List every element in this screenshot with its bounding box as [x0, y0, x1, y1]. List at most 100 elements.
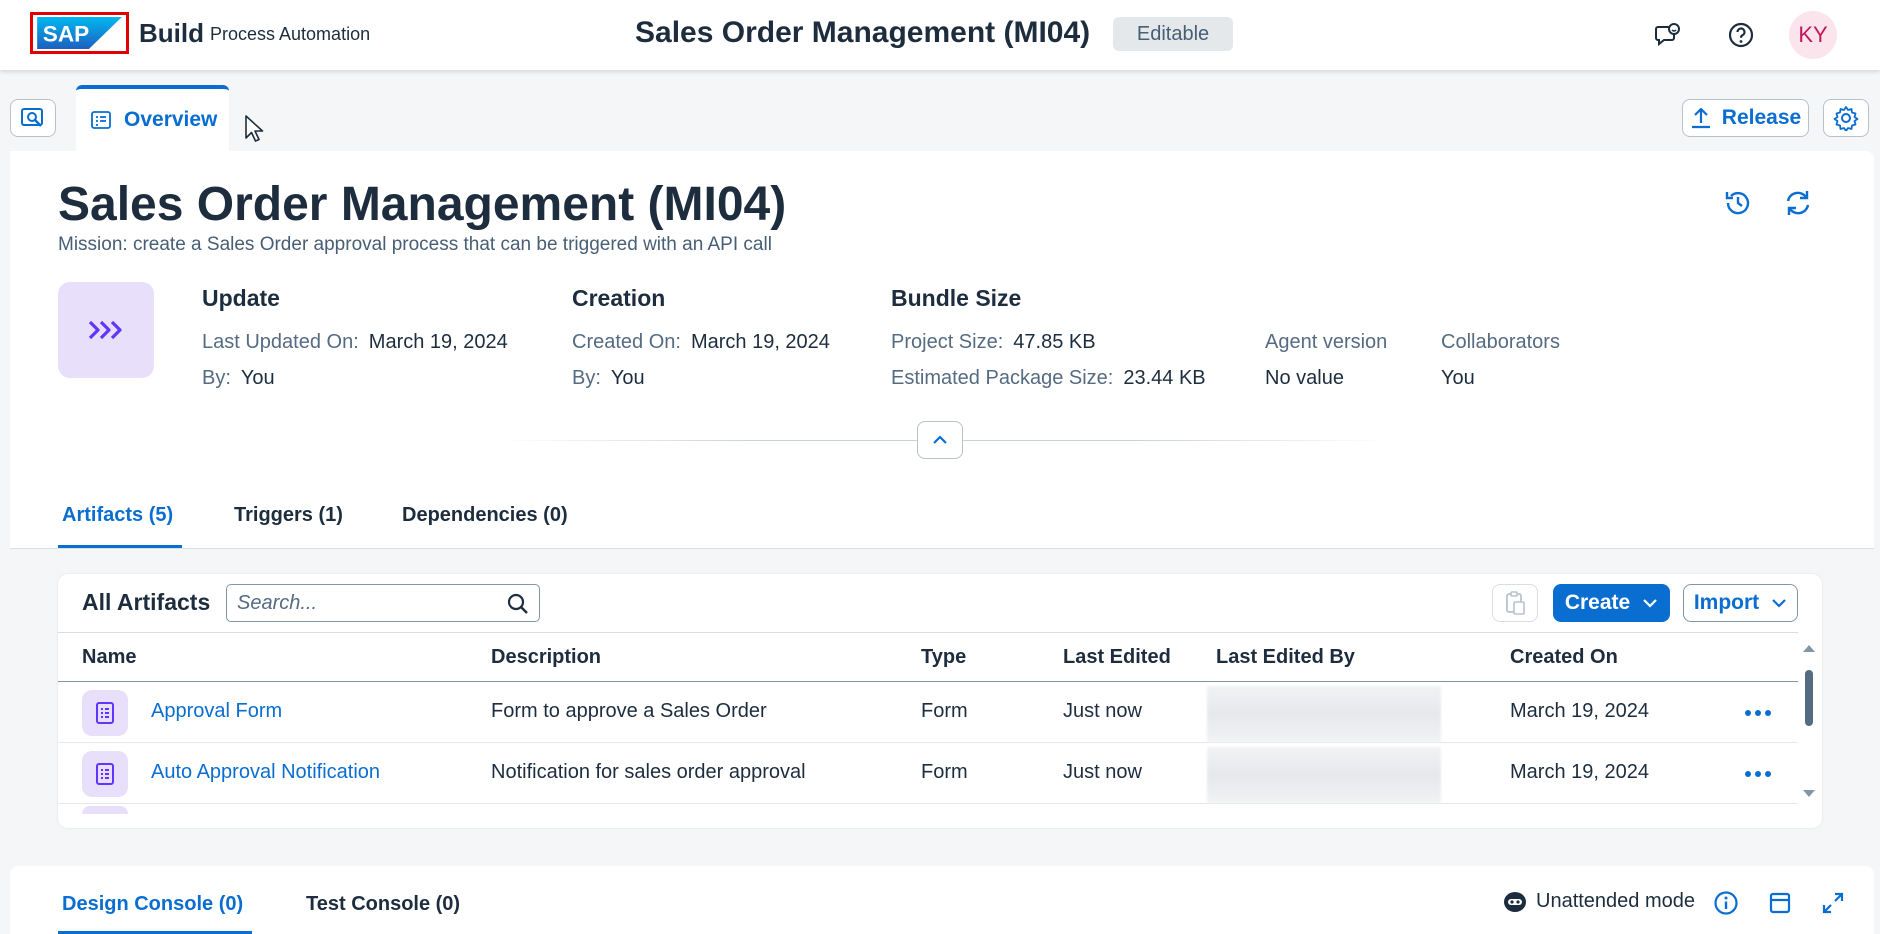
created-by-label: By:	[572, 367, 601, 389]
sap-logo-text: SAP	[43, 21, 89, 46]
agent-version-label: Agent version	[1265, 331, 1388, 353]
sap-logo[interactable]: SAP	[30, 12, 129, 54]
info-icon	[1714, 891, 1738, 915]
updated-by-label: By:	[202, 367, 231, 389]
artifact-search	[226, 584, 540, 622]
panel-layout-icon	[1769, 892, 1791, 914]
page-subtitle: Mission: create a Sales Order approval p…	[58, 234, 772, 255]
column-header-type[interactable]: Type	[921, 646, 966, 669]
table-row[interactable]: Approval Form Form to approve a Sales Or…	[58, 682, 1798, 743]
expand-button[interactable]	[1818, 888, 1848, 918]
artifact-name-link[interactable]: Auto Approval Notification	[151, 761, 380, 784]
last-updated-label: Last Updated On:	[202, 331, 359, 353]
table-top-divider	[58, 632, 1798, 633]
process-chevrons-icon	[88, 320, 122, 340]
updated-by-line: By: You	[202, 367, 275, 390]
tab-artifacts[interactable]: Artifacts (5)	[62, 504, 173, 527]
tab-design-console[interactable]: Design Console (0)	[62, 893, 243, 916]
history-icon	[1725, 191, 1750, 215]
created-by-value: You	[610, 367, 645, 389]
artifact-created-on: March 19, 2024	[1510, 761, 1649, 783]
table-scrollbar[interactable]	[1801, 642, 1817, 802]
collaborators-value[interactable]: You	[1441, 367, 1475, 390]
created-on-label: Created On:	[572, 331, 681, 353]
user-avatar[interactable]: KY	[1789, 11, 1837, 59]
column-header-description[interactable]: Description	[491, 646, 601, 669]
redacted-editor	[1207, 747, 1441, 803]
row-more-button[interactable]	[1740, 760, 1776, 788]
help-icon	[1728, 22, 1754, 48]
creation-heading: Creation	[572, 285, 666, 311]
feedback-button[interactable]	[1648, 15, 1688, 55]
upload-icon	[1691, 107, 1710, 129]
update-heading: Update	[202, 285, 280, 311]
search-icon	[507, 593, 528, 614]
paste-button[interactable]	[1492, 584, 1538, 622]
scroll-thumb[interactable]	[1805, 670, 1813, 726]
more-dot	[1745, 771, 1751, 777]
feedback-icon	[1655, 23, 1680, 47]
collapse-header-button[interactable]	[917, 421, 963, 459]
artifacts-title: All Artifacts	[82, 589, 211, 615]
process-tile	[58, 282, 154, 378]
project-size-line: Project Size: 47.85 KB	[891, 331, 1096, 354]
info-button[interactable]	[1711, 888, 1741, 918]
gear-icon	[1833, 106, 1859, 131]
release-label: Release	[1721, 106, 1802, 129]
dock-button[interactable]	[1765, 888, 1795, 918]
release-button[interactable]: Release	[1682, 99, 1809, 137]
search-input[interactable]	[237, 591, 497, 615]
form-icon	[82, 751, 128, 797]
row-more-button[interactable]	[1740, 699, 1776, 727]
column-header-last-edited[interactable]: Last Edited	[1063, 646, 1171, 669]
shell-title: Sales Order Management (MI04)	[635, 16, 1091, 49]
robot-icon	[1504, 891, 1526, 912]
artifact-created-on: March 19, 2024	[1510, 700, 1649, 722]
search-icon	[21, 108, 43, 127]
bundle-size-heading: Bundle Size	[891, 285, 1022, 311]
history-button[interactable]	[1721, 186, 1755, 220]
create-label: Create	[1564, 591, 1631, 614]
settings-button[interactable]	[1823, 99, 1869, 137]
create-button[interactable]: Create	[1553, 584, 1670, 622]
column-header-last-edited-by[interactable]: Last Edited By	[1216, 646, 1355, 669]
chevron-down-icon	[1643, 599, 1657, 608]
shell-bar: SAP Build Process Automation Sales Order…	[0, 0, 1880, 70]
tab-test-console[interactable]: Test Console (0)	[306, 893, 460, 916]
agent-version-value: No value	[1265, 367, 1344, 389]
package-size-line: Estimated Package Size: 23.44 KB	[891, 367, 1206, 390]
tab-dependencies[interactable]: Dependencies (0)	[402, 504, 568, 527]
column-header-name[interactable]: Name	[82, 646, 136, 669]
form-icon	[82, 690, 128, 736]
created-on-value: March 19, 2024	[690, 331, 830, 353]
redacted-editor	[1207, 686, 1441, 742]
scroll-down-icon[interactable]	[1801, 788, 1817, 800]
package-size-value: 23.44 KB	[1123, 367, 1206, 389]
artifact-last-edited: Just now	[1063, 761, 1142, 783]
import-button[interactable]: Import	[1683, 584, 1798, 622]
project-search-button[interactable]	[10, 99, 56, 137]
chevron-down-icon	[1772, 599, 1786, 608]
created-by-line: By: You	[572, 367, 645, 390]
scroll-up-icon[interactable]	[1801, 642, 1817, 654]
artifact-name-link[interactable]: Approval Form	[151, 700, 282, 723]
last-updated-value: March 19, 2024	[368, 331, 508, 353]
search-submit-button[interactable]	[505, 591, 531, 617]
refresh-icon	[1786, 191, 1810, 215]
column-header-created-on[interactable]: Created On	[1510, 646, 1618, 669]
artifact-description: Notification for sales order approval	[491, 761, 806, 783]
tab-overview[interactable]: Overview	[76, 85, 229, 151]
help-button[interactable]	[1721, 15, 1761, 55]
more-dot	[1755, 771, 1761, 777]
unattended-mode-label: Unattended mode	[1536, 890, 1696, 912]
package-size-label: Estimated Package Size:	[891, 367, 1114, 389]
refresh-button[interactable]	[1781, 186, 1815, 220]
artifact-last-edited: Just now	[1063, 700, 1142, 722]
last-updated-line: Last Updated On: March 19, 2024	[202, 331, 508, 354]
import-label: Import	[1693, 591, 1760, 614]
table-row[interactable]: Auto Approval Notification Notification …	[58, 743, 1798, 804]
tab-triggers[interactable]: Triggers (1)	[234, 504, 343, 527]
project-size-value: 47.85 KB	[1013, 331, 1096, 353]
artifact-type: Form	[921, 700, 968, 722]
sap-logo-mark: SAP	[37, 17, 122, 49]
